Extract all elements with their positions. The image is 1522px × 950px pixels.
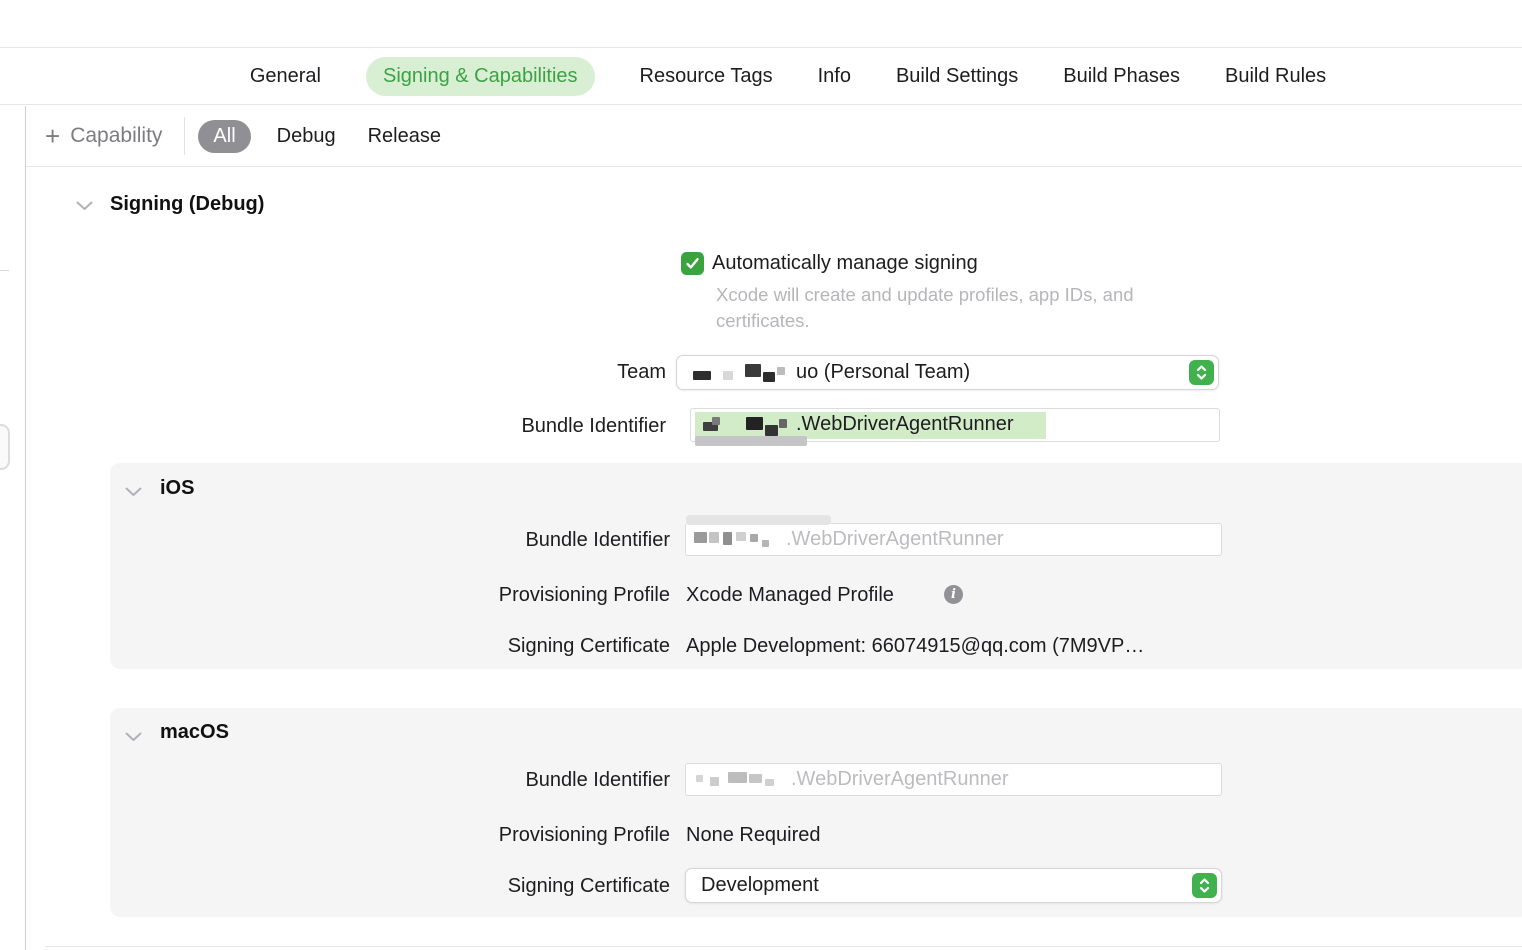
macos-section-title: macOS	[160, 721, 229, 744]
chevron-down-icon	[76, 201, 93, 211]
redaction-block	[693, 371, 711, 380]
plus-icon: +	[45, 126, 60, 146]
ios-provisioning-profile-label: Provisioning Profile	[370, 584, 670, 607]
bundle-identifier-label: Bundle Identifier	[420, 415, 666, 438]
editor-left-divider	[25, 106, 26, 950]
ios-bundle-identifier-field[interactable]: .WebDriverAgentRunner	[685, 523, 1222, 556]
ios-section-card: iOS Bundle Identifier .WebDriverAgentRun…	[110, 463, 1522, 669]
redaction-block	[777, 367, 785, 375]
xcode-target-editor: General Signing & Capabilities Resource …	[0, 0, 1522, 950]
auto-manage-signing-checkbox[interactable]	[681, 252, 704, 275]
redaction-strip	[695, 436, 807, 446]
ios-disclosure[interactable]	[125, 484, 142, 502]
ios-bundle-identifier-value: .WebDriverAgentRunner	[786, 528, 1004, 551]
macos-signing-certificate-value: Development	[701, 874, 819, 897]
redaction-block	[710, 777, 719, 786]
redaction-block	[723, 371, 733, 380]
macos-bundle-identifier-label: Bundle Identifier	[410, 769, 670, 792]
redaction-block	[712, 417, 720, 425]
auto-manage-signing-description: Xcode will create and update profiles, a…	[716, 282, 1221, 334]
redaction-block	[746, 417, 763, 430]
auto-manage-signing-label[interactable]: Automatically manage signing	[712, 252, 978, 275]
tab-build-settings[interactable]: Build Settings	[896, 65, 1018, 88]
redaction-block	[723, 532, 732, 545]
macos-provisioning-profile-value: None Required	[686, 824, 821, 847]
chevron-down-icon	[125, 732, 142, 742]
macos-bundle-identifier-value: .WebDriverAgentRunner	[791, 768, 1009, 791]
tab-general[interactable]: General	[250, 65, 321, 88]
macos-bundle-identifier-field[interactable]: .WebDriverAgentRunner	[685, 763, 1222, 796]
macos-signing-certificate-label: Signing Certificate	[370, 875, 670, 898]
ios-provisioning-profile-value: Xcode Managed Profile	[686, 584, 894, 607]
bundle-identifier-field[interactable]: .WebDriverAgentRunner	[690, 408, 1220, 442]
next-section-divider	[45, 946, 1522, 947]
tab-resource-tags[interactable]: Resource Tags	[640, 65, 773, 88]
redaction-block	[696, 775, 703, 782]
tab-info[interactable]: Info	[818, 65, 851, 88]
redaction-block	[762, 540, 769, 547]
macos-signing-certificate-popup[interactable]: Development	[685, 868, 1222, 903]
left-panel-partial-element	[0, 424, 10, 470]
redaction-block	[750, 534, 758, 542]
team-label: Team	[500, 361, 666, 384]
target-tab-bar: General Signing & Capabilities Resource …	[0, 49, 1522, 105]
add-capability-button[interactable]: + Capability	[45, 124, 162, 148]
left-panel-artifact	[0, 270, 9, 271]
signing-debug-disclosure[interactable]	[76, 198, 93, 216]
redaction-block	[779, 419, 787, 428]
configuration-filters: All Debug Release	[198, 120, 457, 153]
filter-debug[interactable]: Debug	[261, 120, 352, 153]
checkmark-icon	[685, 257, 700, 270]
redaction-strip	[686, 515, 831, 525]
tab-build-phases[interactable]: Build Phases	[1063, 65, 1180, 88]
capability-filter-row: + Capability All Debug Release	[26, 106, 1522, 167]
team-value: uo (Personal Team)	[796, 361, 970, 384]
filter-all[interactable]: All	[198, 120, 250, 153]
toolbar-divider	[184, 117, 185, 155]
up-down-chevrons-icon	[1189, 360, 1214, 385]
up-down-chevrons-icon	[1192, 873, 1217, 898]
macos-section-card: macOS Bundle Identifier .WebDriverAgentR…	[110, 708, 1522, 917]
redaction-block	[765, 779, 774, 786]
redaction-block	[745, 364, 761, 377]
team-popup-button[interactable]: uo (Personal Team)	[676, 355, 1219, 390]
redaction-block	[694, 532, 707, 543]
redaction-block	[736, 532, 746, 541]
signing-debug-title: Signing (Debug)	[110, 193, 264, 216]
tab-build-rules[interactable]: Build Rules	[1225, 65, 1326, 88]
macos-provisioning-profile-label: Provisioning Profile	[370, 824, 670, 847]
ios-section-title: iOS	[160, 477, 194, 500]
add-capability-label: Capability	[70, 124, 162, 148]
info-icon[interactable]: i	[944, 585, 963, 604]
filter-release[interactable]: Release	[352, 120, 457, 153]
ios-signing-certificate-label: Signing Certificate	[370, 635, 670, 658]
bundle-identifier-value: .WebDriverAgentRunner	[796, 413, 1014, 436]
macos-disclosure[interactable]	[125, 729, 142, 747]
toolbar-spacer	[0, 0, 1522, 48]
redaction-block	[763, 372, 775, 382]
redaction-block	[709, 532, 719, 543]
redaction-block	[765, 425, 778, 436]
redaction-block	[749, 774, 762, 783]
redaction-block	[728, 772, 747, 783]
ios-signing-certificate-value: Apple Development: 66074915@qq.com (7M9V…	[686, 635, 1144, 658]
tab-signing-capabilities[interactable]: Signing & Capabilities	[366, 57, 595, 96]
chevron-down-icon	[125, 487, 142, 497]
ios-bundle-identifier-label: Bundle Identifier	[410, 529, 670, 552]
